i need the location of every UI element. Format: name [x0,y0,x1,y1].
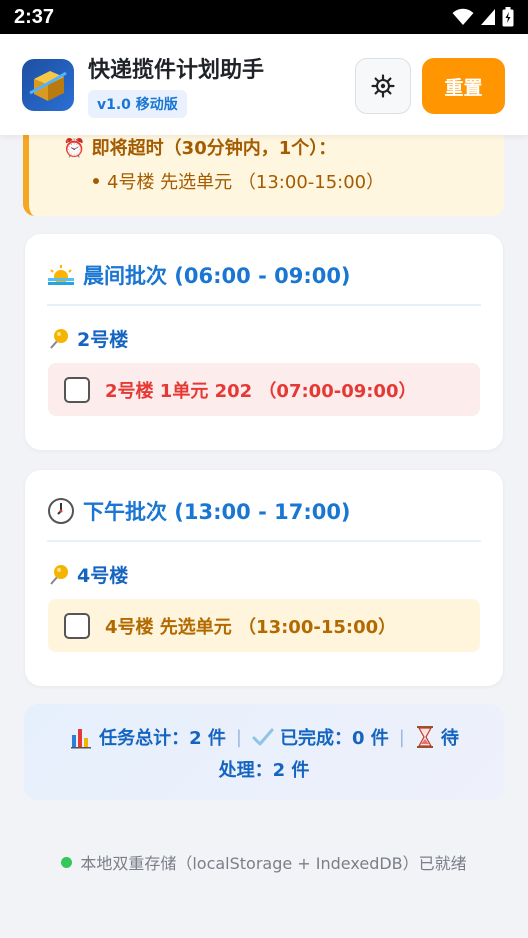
batch-title-text: 晨间批次 (06:00 - 09:00) [83,264,351,288]
status-icons [452,7,514,27]
wifi-icon [452,8,474,25]
divider [47,304,481,306]
task-text: 4号楼 先选单元 （13:00-15:00） [105,616,397,638]
reset-button[interactable]: 重置 [422,58,505,114]
summary-line: 任务总计：2 件 | 已完成：0 件 | 待 [24,724,504,750]
building-label-text: 2号楼 [77,329,129,351]
batch-card-morning: 晨间批次 (06:00 - 09:00) 2号楼 2号楼 1单元 202 （07… [25,234,503,450]
app-title: 快递揽件计划助手 [88,57,265,83]
pushpin-icon [50,328,68,349]
summary-total: 任务总计：2 件 [99,728,226,749]
status-bar: 2:37 [0,0,528,34]
parcel-icon [29,70,67,101]
signal-icon [481,9,495,25]
batch-card-afternoon: 下午批次 (13:00 - 17:00) 4号楼 4号楼 先选单元 （13:00… [25,470,503,686]
pushpin-icon [50,564,68,585]
task-checkbox[interactable] [64,376,90,403]
task-row[interactable]: 2号楼 1单元 202 （07:00-09:00） [48,363,480,416]
alert-title: ⏰ 即将超时（30分钟内，1个）： [63,138,337,159]
summary-card: 任务总计：2 件 | 已完成：0 件 | 待 处理：2 件 [24,704,504,800]
batch-title-text: 下午批次 (13:00 - 17:00) [83,500,351,524]
version-badge: v1.0 移动版 [88,89,187,118]
bar-chart-icon [71,729,92,749]
title-block: 快递揽件计划助手 v1.0 移动版 [88,52,264,118]
status-dot-icon [61,856,73,868]
hourglass-icon [416,726,433,748]
divider [47,540,481,542]
alert-item-text: 4号楼 先选单元 （13:00-15:00） [107,172,385,193]
alert-item: 4号楼 先选单元 （13:00-15:00） [93,168,384,194]
building-label: 2号楼 [47,325,128,352]
sunrise-icon [48,265,74,285]
building-label: 4号楼 [47,561,128,588]
separator: | [398,726,405,748]
storage-status-text: 本地双重存储（localStorage + IndexedDB）已就绪 [80,854,467,873]
separator: | [235,726,242,748]
app-header: 快递揽件计划助手 v1.0 移动版 重置 [0,34,528,135]
settings-button[interactable] [355,58,411,114]
task-text: 2号楼 1单元 202 （07:00-09:00） [105,380,417,402]
app-logo [22,58,74,111]
clock-icon [48,498,74,524]
gear-icon [371,74,395,98]
bullet-icon [93,178,99,184]
task-row[interactable]: 4号楼 先选单元 （13:00-15:00） [48,599,480,652]
building-label-text: 4号楼 [77,565,129,587]
storage-status: 本地双重存储（localStorage + IndexedDB）已就绪 [0,850,528,874]
batch-title: 下午批次 (13:00 - 17:00) [47,496,351,526]
batch-title: 晨间批次 (06:00 - 09:00) [47,260,351,290]
task-checkbox[interactable] [64,612,90,639]
battery-icon [502,7,514,27]
status-time: 2:37 [14,5,55,28]
summary-completed: 已完成：0 件 [280,728,389,749]
summary-pending-a: 待 [440,728,459,749]
checkmark-icon [252,728,274,746]
summary-pending-b: 处理：2 件 [218,760,310,781]
